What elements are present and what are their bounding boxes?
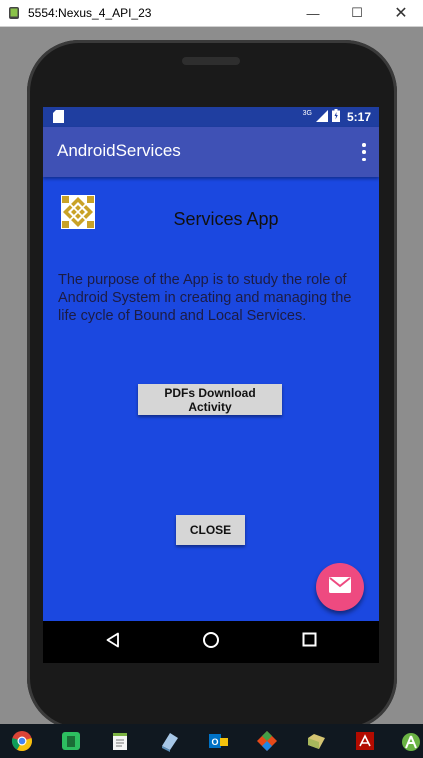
folder-icon[interactable] xyxy=(304,729,328,753)
sd-card-icon xyxy=(53,110,64,123)
close-button[interactable]: CLOSE xyxy=(176,515,245,545)
acrobat-icon[interactable] xyxy=(353,729,377,753)
emulator-app-icon xyxy=(6,5,22,21)
phone-speaker xyxy=(182,57,240,65)
outlook-icon[interactable]: O xyxy=(206,729,230,753)
git-icon[interactable] xyxy=(255,729,279,753)
maximize-button[interactable]: ☐ xyxy=(335,0,379,26)
android-studio-icon[interactable] xyxy=(399,729,423,753)
device-screen: 3G 5:17 AndroidServices Services App The… xyxy=(43,107,379,663)
emulator-title-bar: 5554:Nexus_4_API_23 — ☐ ✕ xyxy=(0,0,423,27)
page-heading: Services App xyxy=(43,209,379,230)
evernote-icon[interactable] xyxy=(59,729,83,753)
window-title: 5554:Nexus_4_API_23 xyxy=(28,6,152,20)
close-window-button[interactable]: ✕ xyxy=(379,0,423,26)
status-bar: 3G 5:17 xyxy=(43,107,379,127)
home-icon xyxy=(202,631,220,654)
notebook-icon[interactable] xyxy=(157,729,181,753)
home-button[interactable] xyxy=(181,621,241,663)
status-time: 5:17 xyxy=(346,110,371,124)
navigation-bar xyxy=(43,621,379,663)
action-bar: AndroidServices xyxy=(43,127,379,177)
heading-text: Services App xyxy=(173,209,279,229)
network-type-label: 3G xyxy=(302,109,312,117)
taskbar: O xyxy=(0,724,423,758)
overflow-menu-icon[interactable] xyxy=(361,143,367,161)
chrome-icon[interactable] xyxy=(10,729,34,753)
app-description: The purpose of the App is to study the r… xyxy=(58,272,352,324)
battery-icon xyxy=(331,109,340,125)
recents-icon xyxy=(302,632,317,652)
back-icon xyxy=(105,632,121,653)
app-title: AndroidServices xyxy=(57,141,181,160)
back-button[interactable] xyxy=(83,621,143,663)
notepad-icon[interactable] xyxy=(108,729,132,753)
signal-icon xyxy=(315,109,328,125)
svg-text:O: O xyxy=(211,737,218,747)
minimize-button[interactable]: — xyxy=(291,0,335,26)
floating-action-button[interactable] xyxy=(316,563,364,611)
recents-button[interactable] xyxy=(279,621,339,663)
pdfs-download-activity-button[interactable]: PDFs Download Activity xyxy=(138,384,282,415)
mail-icon xyxy=(329,576,351,598)
